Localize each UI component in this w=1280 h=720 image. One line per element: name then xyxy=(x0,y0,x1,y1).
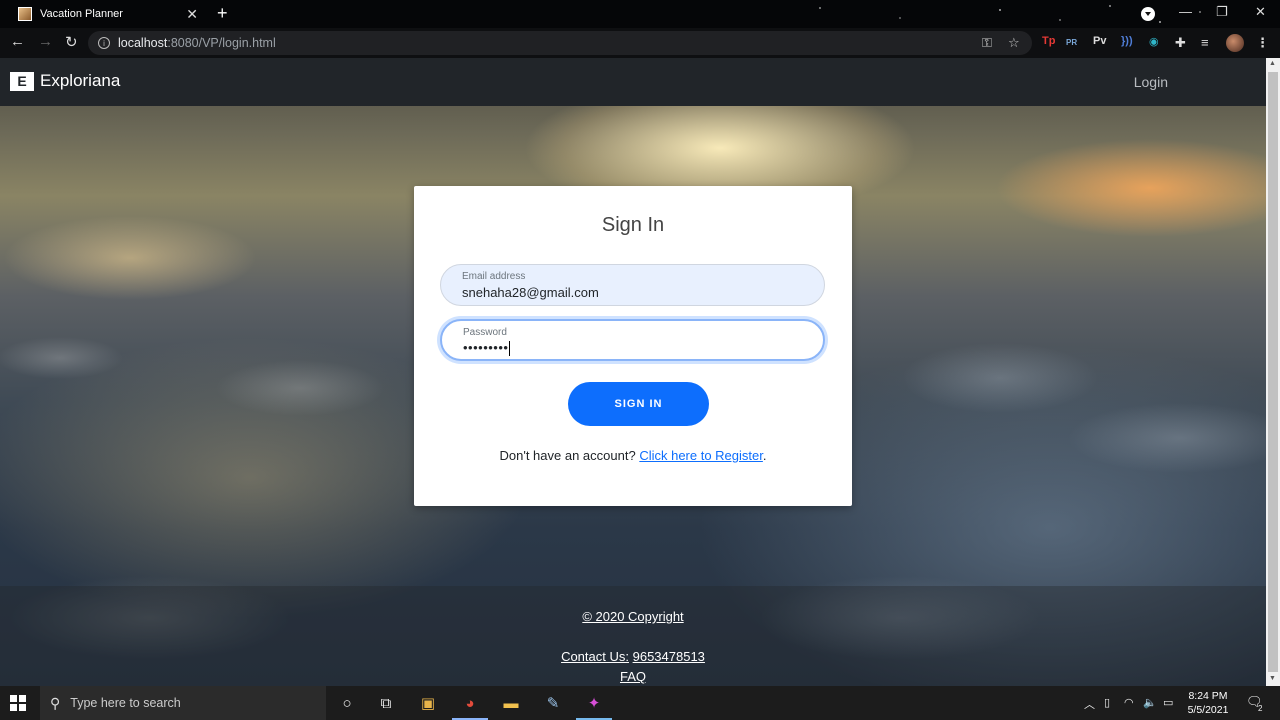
page-viewport: E Exploriana Login Sign In Email address… xyxy=(0,58,1266,686)
footer-copyright-line: © 2020 Copyright xyxy=(0,609,1266,624)
brand-name: Exploriana xyxy=(40,71,121,90)
reload-icon[interactable]: ↻ xyxy=(65,33,78,51)
new-tab-icon[interactable]: + xyxy=(217,3,228,24)
app-icon[interactable]: ✦ xyxy=(584,693,604,713)
tray-device-icon[interactable]: ▯ xyxy=(1104,696,1110,709)
tab-title: Vacation Planner xyxy=(40,8,123,20)
password-mask: ••••••••• xyxy=(463,340,509,355)
contact-label[interactable]: Contact Us: xyxy=(561,649,629,664)
url-host: localhost xyxy=(118,36,168,50)
wifi-icon[interactable]: ◠ xyxy=(1124,696,1134,709)
taskbar-clock[interactable]: 8:24 PM 5/5/2021 xyxy=(1180,689,1236,717)
minimize-icon[interactable]: — xyxy=(1179,4,1192,19)
maximize-icon[interactable]: ❐ xyxy=(1216,4,1228,20)
email-field[interactable]: Email address snehaha28@gmail.com xyxy=(440,264,825,306)
volume-icon[interactable]: 🔈 xyxy=(1143,696,1157,709)
close-tab-icon[interactable]: ✕ xyxy=(186,6,198,23)
signin-title: Sign In xyxy=(601,214,665,236)
register-suffix: . xyxy=(762,448,767,463)
register-prompt-line: Don't have an account? Click here to Reg… xyxy=(414,448,852,463)
email-value[interactable]: snehaha28@gmail.com xyxy=(462,285,599,300)
profile-avatar[interactable] xyxy=(1226,34,1244,52)
key-icon[interactable]: ⚿ xyxy=(982,35,992,51)
battery-icon[interactable]: ▭ xyxy=(1163,696,1173,709)
notification-count: 2 xyxy=(1258,704,1263,713)
chrome-icon[interactable]: ◕ xyxy=(460,693,480,713)
browser-tab-bar: Vacation Planner ✕ + — ❐ ✕ xyxy=(0,0,1280,28)
search-icon: ⚲ xyxy=(50,694,61,711)
window-close-icon[interactable]: ✕ xyxy=(1255,4,1266,20)
password-label: Password xyxy=(463,327,507,338)
faq-link[interactable]: FAQ xyxy=(620,669,646,684)
contact-phone[interactable]: 9653478513 xyxy=(633,649,705,664)
cortana-icon[interactable]: ○ xyxy=(337,693,357,713)
password-value[interactable]: ••••••••• xyxy=(463,340,511,357)
password-field[interactable]: Password ••••••••• xyxy=(440,319,825,361)
browser-menu-icon[interactable]: ⋮ xyxy=(1256,35,1269,51)
media-control-icon[interactable]: ≡ xyxy=(1201,35,1209,50)
bookmark-star-icon[interactable]: ☆ xyxy=(1008,35,1020,51)
windows-start-icon[interactable] xyxy=(10,695,26,711)
email-label: Email address xyxy=(462,271,526,282)
brand[interactable]: E Exploriana xyxy=(10,71,120,91)
footer-contact-line: Contact Us: 9653478513 xyxy=(0,649,1266,664)
extension-pr-icon[interactable]: PR xyxy=(1066,38,1077,47)
site-navbar: E Exploriana Login xyxy=(0,58,1266,106)
copyright-link[interactable]: © 2020 Copyright xyxy=(582,609,683,624)
url-path: :8080/VP/login.html xyxy=(167,36,276,50)
brand-logo-icon: E xyxy=(10,71,34,91)
extension-pv-icon[interactable]: Pv xyxy=(1093,35,1106,47)
scroll-down-icon[interactable]: ▼ xyxy=(1269,675,1276,682)
taskbar-search-placeholder: Type here to search xyxy=(70,696,181,710)
forward-icon[interactable]: → xyxy=(38,33,53,50)
extension-circle-icon[interactable]: ◉ xyxy=(1149,35,1159,48)
back-icon[interactable]: ← xyxy=(10,33,25,50)
scroll-up-icon[interactable]: ▲ xyxy=(1269,60,1276,67)
address-bar[interactable]: i localhost:8080/VP/login.html xyxy=(88,31,1032,55)
browser-tab[interactable]: Vacation Planner ✕ xyxy=(8,0,208,28)
site-footer: © 2020 Copyright Contact Us: 9653478513 … xyxy=(0,586,1266,686)
extension-blue-icon[interactable]: })) xyxy=(1121,35,1133,47)
clock-time: 8:24 PM xyxy=(1188,690,1228,702)
site-favicon-icon xyxy=(18,7,32,21)
scroll-thumb[interactable] xyxy=(1268,72,1278,672)
site-info-icon[interactable]: i xyxy=(98,37,110,49)
register-link[interactable]: Click here to Register xyxy=(639,448,763,463)
text-caret xyxy=(509,341,511,357)
windows-taskbar: ⚲ Type here to search ○ ⧉ ▣ ◕ ▬ ✎ ✦ ︿ ▯ … xyxy=(0,686,1280,720)
footer-faq-line: FAQ xyxy=(0,669,1266,684)
extensions-puzzle-icon[interactable]: ✚ xyxy=(1175,35,1186,51)
task-view-icon[interactable]: ⧉ xyxy=(376,693,396,713)
signin-button[interactable]: SIGN IN xyxy=(568,382,709,426)
clock-date: 5/5/2021 xyxy=(1187,704,1229,716)
paint-icon[interactable]: ✎ xyxy=(543,693,563,713)
tray-expand-icon[interactable]: ︿ xyxy=(1084,696,1095,712)
signin-card: Sign In Email address snehaha28@gmail.co… xyxy=(414,186,852,506)
page-scrollbar[interactable]: ▲ ▼ xyxy=(1266,58,1280,686)
nav-login-link[interactable]: Login xyxy=(1134,74,1168,90)
taskbar-search[interactable]: ⚲ Type here to search xyxy=(40,686,326,720)
store-icon[interactable]: ▣ xyxy=(418,693,438,713)
register-prompt: Don't have an account? xyxy=(499,448,636,463)
extension-tp-icon[interactable]: Tp xyxy=(1042,35,1055,47)
file-explorer-icon[interactable]: ▬ xyxy=(501,693,521,713)
tab-search-icon[interactable] xyxy=(1141,7,1155,21)
